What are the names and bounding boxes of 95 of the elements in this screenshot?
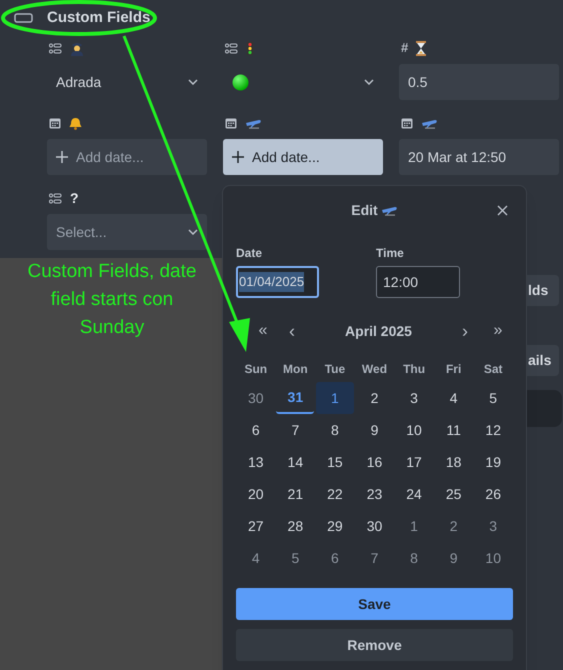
list-icon	[49, 192, 62, 204]
day-cell[interactable]: 27	[236, 510, 275, 542]
field-label: ?	[70, 188, 79, 208]
collapse-icon[interactable]	[14, 13, 33, 23]
day-cell[interactable]: 21	[276, 478, 314, 510]
plus-icon	[232, 151, 244, 163]
add-date-button[interactable]: Add date...	[223, 139, 383, 175]
day-cell[interactable]: 16	[355, 446, 394, 478]
day-cell[interactable]: 11	[434, 414, 473, 446]
list-icon	[225, 42, 238, 54]
day-cell[interactable]: 25	[434, 478, 473, 510]
panel-button[interactable]: lds	[527, 275, 559, 306]
day-cell[interactable]: 4	[434, 382, 473, 414]
date-value: 01/04/2025	[239, 272, 304, 292]
day-cell[interactable]: 7	[355, 542, 394, 574]
day-cell[interactable]: 17	[395, 446, 434, 478]
day-cell[interactable]: 8	[395, 542, 434, 574]
plane-icon	[421, 117, 438, 129]
section-title: Custom Fields	[47, 8, 150, 28]
day-cell[interactable]: 30	[236, 382, 275, 414]
previous-month-button[interactable]: ‹	[282, 318, 302, 344]
date-field[interactable]: 20 Mar at 12:50	[399, 139, 559, 175]
list-icon	[49, 42, 62, 54]
day-cell[interactable]: 31	[276, 382, 314, 414]
day-cell[interactable]: 18	[434, 446, 473, 478]
day-cell[interactable]: 28	[276, 510, 314, 542]
weekday-label: Sun	[243, 361, 268, 378]
day-cell[interactable]: 2	[434, 510, 473, 542]
weekday-label: Fri	[444, 361, 462, 378]
chevron-down-icon	[188, 79, 198, 85]
annotation-text: Custom Fields, date field starts con Sunday	[26, 260, 198, 340]
chevron-down-icon	[188, 229, 198, 235]
save-button[interactable]: Save	[236, 588, 513, 620]
day-cell[interactable]: 9	[355, 414, 394, 446]
day-cell[interactable]: 6	[316, 542, 354, 574]
date-label: Date	[236, 245, 264, 262]
calendar-icon	[225, 117, 237, 129]
day-cell[interactable]: 30	[355, 510, 394, 542]
weekday-label: Sat	[482, 361, 504, 378]
day-cell[interactable]: 6	[236, 414, 275, 446]
day-cell[interactable]: 9	[434, 542, 473, 574]
weekday-label: Mon	[282, 361, 309, 378]
day-cell[interactable]: 3	[395, 382, 434, 414]
remove-button[interactable]: Remove	[236, 629, 513, 661]
day-cell[interactable]: 26	[474, 478, 512, 510]
officer-icon	[70, 40, 84, 56]
plane-icon	[245, 117, 262, 129]
day-cell[interactable]: 23	[355, 478, 394, 510]
day-cell[interactable]: 10	[474, 542, 512, 574]
day-cell[interactable]: 5	[474, 382, 512, 414]
day-cell[interactable]: 24	[395, 478, 434, 510]
next-month-button[interactable]: ›	[455, 318, 475, 344]
hourglass-icon	[416, 40, 426, 56]
day-cell[interactable]: 29	[316, 510, 354, 542]
month-title: April 2025	[344, 322, 413, 341]
select-field[interactable]: Select...	[47, 214, 207, 250]
time-input[interactable]: 12:00	[376, 266, 460, 298]
day-cell[interactable]: 1	[395, 510, 434, 542]
hash-icon: #	[401, 38, 408, 58]
day-cell[interactable]: 13	[236, 446, 275, 478]
day-cell[interactable]: 5	[276, 542, 314, 574]
number-field[interactable]: 0.5	[399, 64, 559, 100]
day-cell[interactable]: 8	[316, 414, 354, 446]
day-cell[interactable]: 1	[316, 382, 354, 414]
chevron-down-icon	[364, 79, 374, 85]
calendar-icon	[49, 117, 61, 129]
date-input[interactable]: 01/04/2025	[236, 266, 319, 298]
plane-icon	[380, 204, 398, 216]
calendar-icon	[401, 117, 413, 129]
close-icon[interactable]	[497, 204, 508, 216]
day-cell[interactable]: 20	[236, 478, 275, 510]
plus-icon	[56, 151, 68, 163]
weekday-label: Wed	[360, 361, 388, 378]
time-label: Time	[376, 245, 405, 262]
weekday-label: Thu	[402, 361, 426, 378]
select-field[interactable]: Adrada	[47, 64, 207, 100]
add-date-button[interactable]: Add date...	[47, 139, 207, 175]
day-cell[interactable]: 7	[276, 414, 314, 446]
previous-year-button[interactable]: «	[250, 319, 276, 343]
bell-icon	[69, 116, 82, 130]
next-year-button[interactable]: »	[485, 319, 511, 343]
day-cell[interactable]: 14	[276, 446, 314, 478]
day-cell[interactable]: 22	[316, 478, 354, 510]
day-cell[interactable]: 15	[316, 446, 354, 478]
dialog-title: Edit	[351, 200, 378, 220]
day-cell[interactable]: 19	[474, 446, 512, 478]
status-circle-icon	[232, 74, 249, 90]
panel-button[interactable]: ails	[527, 345, 559, 376]
weekday-label: Tue	[324, 361, 346, 378]
day-cell[interactable]: 12	[474, 414, 512, 446]
day-cell[interactable]: 10	[395, 414, 434, 446]
day-cell[interactable]: 4	[236, 542, 275, 574]
day-cell[interactable]: 3	[474, 510, 512, 542]
traffic-light-icon	[246, 40, 254, 56]
day-cell[interactable]: 2	[355, 382, 394, 414]
